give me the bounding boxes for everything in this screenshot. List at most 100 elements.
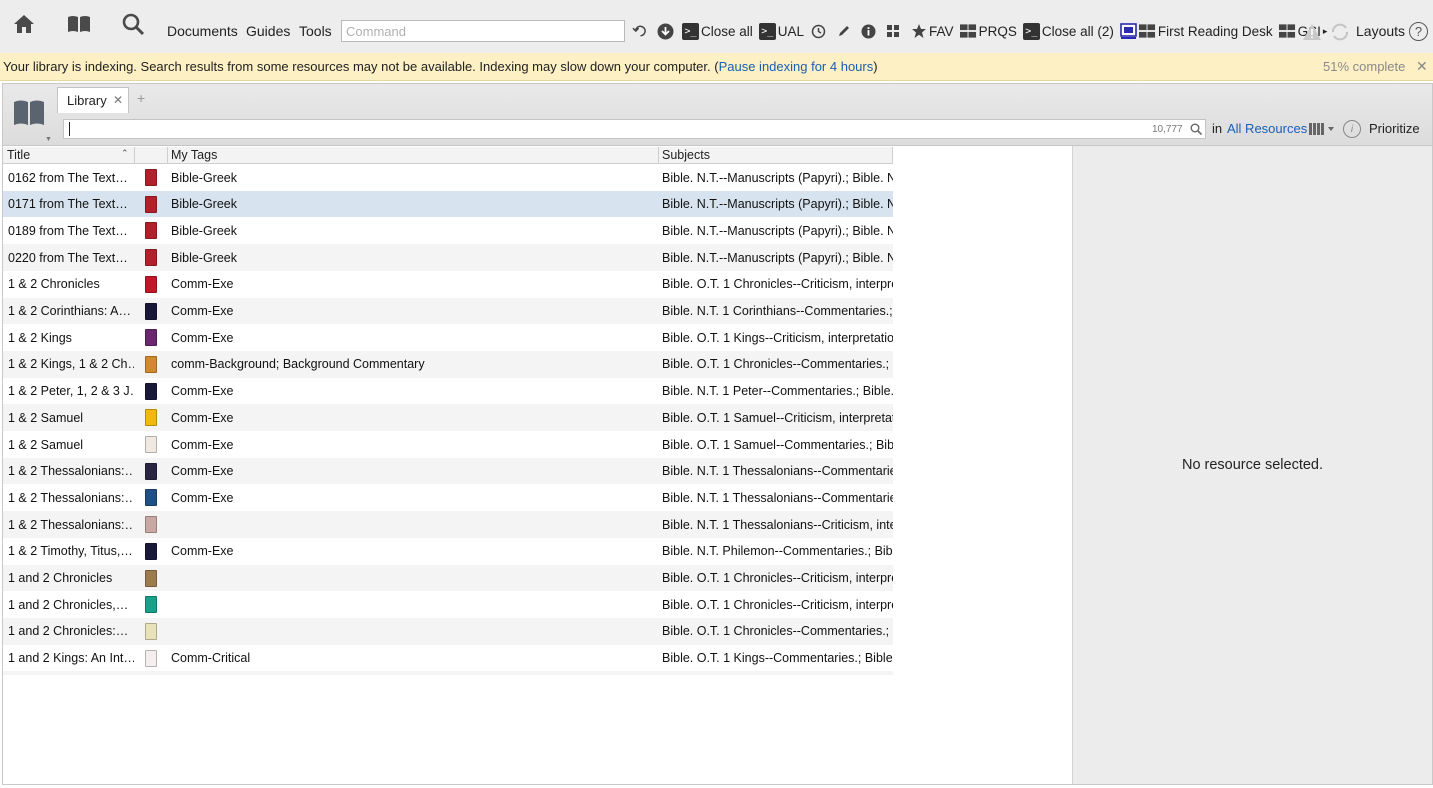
table-row[interactable]: 1 & 2 Kings, 1 & 2 Ch… comm-Background; B… <box>3 350 893 378</box>
row-tags: Bible-Greek <box>171 170 237 185</box>
table-row[interactable]: 0171 from The Text… Bible-Greek Bible. N.T… <box>3 190 893 218</box>
book-cover-icon <box>145 622 157 640</box>
row-tags: Comm-Exe <box>171 490 234 505</box>
library-book-icon[interactable] <box>12 98 46 128</box>
row-subjects: Bible. N.T.--Manuscripts (Papyri).; Bibl… <box>662 250 893 265</box>
table-row[interactable]: 1 and 2 Kings: An Int… Comm-Critical Bible… <box>3 644 893 672</box>
row-tags: Comm-Exe <box>171 437 234 452</box>
table-row[interactable]: 1 & 2 Chronicles Comm-Exe Bible. O.T. 1 Ch… <box>3 270 893 298</box>
pause-indexing-link[interactable]: Pause indexing for 4 hours <box>719 59 874 74</box>
table-row[interactable]: 1 and 2 Chronicles Bible. O.T. 1 Chronicl… <box>3 564 893 592</box>
column-subjects-label: Subjects <box>662 148 710 162</box>
info-button[interactable] <box>860 23 879 40</box>
menu-tools[interactable]: Tools <box>299 23 332 39</box>
menu-guides[interactable]: Guides <box>246 23 290 39</box>
table-row[interactable]: 0189 from The Text… Bible-Greek Bible. N.T… <box>3 217 893 245</box>
terminal-icon: >_ <box>682 22 699 40</box>
library-book-icon[interactable] <box>66 14 92 34</box>
row-subjects: Bible. N.T. Philemon--Commentaries.; Bib… <box>662 544 893 559</box>
result-count: 10,777 <box>1152 124 1183 135</box>
row-title: 0189 from The Text… <box>8 223 128 238</box>
column-header-subjects[interactable]: Subjects <box>659 147 893 164</box>
table-row[interactable]: 1 & 2 Peter, 1, 2 & 3 J… Comm-Exe Bible. N… <box>3 377 893 405</box>
sync-icon[interactable] <box>1329 21 1351 43</box>
close-all-2-button[interactable]: >_ Close all (2) <box>1022 22 1114 40</box>
more-shortcuts-arrow[interactable]: ▸ <box>1323 26 1328 37</box>
highlight-button[interactable] <box>835 23 854 40</box>
table-row[interactable]: 1 & 2 Timothy, Titus,… Comm-Exe Bible. N.T… <box>3 537 893 565</box>
row-subjects: Bible. N.T.--Manuscripts (Papyri).; Bibl… <box>662 223 893 238</box>
layout-blocks-icon <box>1278 23 1296 40</box>
table-row[interactable]: 1 & 2 Thessalonians:… Bible. N.T. 1 Thess… <box>3 511 893 539</box>
back-history-icon <box>632 23 649 40</box>
book-cover-icon <box>145 489 157 507</box>
table-row-partial[interactable] <box>3 671 893 676</box>
search-icon[interactable] <box>1190 123 1202 135</box>
tab-library[interactable]: Library ✕ <box>57 87 129 113</box>
search-icon[interactable] <box>121 12 145 36</box>
resource-detail-pane: No resource selected. <box>1072 146 1432 784</box>
shortcut-bar: >_ Close all >_ UAL FAV PRQS >_ Close al… <box>632 19 1333 43</box>
warning-icon[interactable] <box>1302 23 1322 41</box>
book-cover-icon <box>145 275 157 293</box>
row-title: 1 & 2 Chronicles <box>8 277 100 292</box>
close-all-button[interactable]: >_ Close all <box>682 22 753 40</box>
indexing-message: Your library is indexing. Search results… <box>3 59 878 74</box>
home-icon[interactable] <box>12 13 36 35</box>
clock-icon <box>810 23 827 40</box>
book-cover-icon <box>145 569 157 587</box>
history-button[interactable] <box>810 23 829 40</box>
column-header-title[interactable]: Title ⌃ <box>3 147 135 164</box>
table-row[interactable]: 1 and 2 Chronicles,… Bible. O.T. 1 Chroni… <box>3 591 893 619</box>
new-tab-button[interactable]: + <box>137 90 145 106</box>
table-row[interactable]: 1 & 2 Thessalonians:… Comm-Exe Bible. N.T.… <box>3 457 893 485</box>
no-resource-message: No resource selected. <box>1181 457 1324 473</box>
column-header-tags[interactable]: My Tags <box>168 147 659 164</box>
row-subjects: Bible. N.T. 1 Thessalonians--Commentarie… <box>662 464 893 479</box>
row-title: 1 and 2 Chronicles <box>8 571 113 585</box>
prioritize-icon[interactable]: i <box>1343 120 1361 138</box>
menu-documents[interactable]: Documents <box>167 23 238 39</box>
download-button[interactable] <box>657 23 676 40</box>
row-title: 0171 from The Text… <box>8 197 128 212</box>
layout-blocks-icon <box>959 23 977 40</box>
table-row[interactable]: 1 & 2 Samuel Comm-Exe Bible. O.T. 1 Samuel… <box>3 404 893 432</box>
fav-button[interactable]: FAV <box>910 23 954 40</box>
row-title: 1 & 2 Corinthians: A… <box>8 304 131 318</box>
back-history-button[interactable] <box>632 23 651 40</box>
first-reading-desk-label: First Reading Desk <box>1157 23 1273 39</box>
table-row[interactable]: 1 & 2 Thessalonians:… Comm-Exe Bible. N.T.… <box>3 484 893 512</box>
table-row[interactable]: 1 & 2 Kings Comm-Exe Bible. O.T. 1 Kings--… <box>3 324 893 352</box>
column-header-cover[interactable] <box>135 147 168 164</box>
table-row[interactable]: 1 & 2 Samuel Comm-Exe Bible. O.T. 1 Samuel… <box>3 431 893 458</box>
prqs-button[interactable]: PRQS <box>959 23 1017 40</box>
command-input[interactable] <box>341 20 625 42</box>
row-tags: Bible-Greek <box>171 223 237 238</box>
layout-blocks-icon <box>1138 23 1156 40</box>
row-subjects: Bible. N.T. 1 Thessalonians--Criticism, … <box>662 517 893 532</box>
layouts-button[interactable]: Layouts <box>1356 23 1405 39</box>
row-tags: Comm-Critical <box>171 651 251 666</box>
table-row[interactable]: 0220 from The Text… Bible-Greek Bible. N.T… <box>3 244 893 272</box>
banner-close-icon[interactable]: ✕ <box>1416 58 1428 75</box>
prioritize-button[interactable]: Prioritize <box>1369 121 1420 136</box>
row-subjects: Bible. O.T. 1 Kings--Commentaries.; Bibl… <box>662 651 893 666</box>
text-cursor <box>69 122 70 136</box>
ual-button[interactable]: >_ UAL <box>758 22 804 40</box>
apps-button[interactable] <box>885 23 904 40</box>
library-search-input[interactable]: 10,777 <box>63 119 1206 139</box>
column-view-icon[interactable] <box>1309 122 1337 136</box>
tab-close-icon[interactable]: ✕ <box>113 93 123 107</box>
table-row[interactable]: 0162 from The Text… Bible-Greek Bible. N.T… <box>3 164 893 191</box>
help-label: ? <box>1414 24 1423 39</box>
table-row[interactable]: 1 and 2 Chronicles:… Bible. O.T. 1 Chroni… <box>3 617 893 645</box>
top-toolbar: Documents Guides Tools >_ Close all >_ U… <box>0 0 1433 53</box>
first-reading-desk-button[interactable]: First Reading Desk <box>1120 22 1273 40</box>
row-title: 1 and 2 Kings: An Int… <box>8 651 134 666</box>
scope-dropdown[interactable]: All Resources <box>1227 121 1307 136</box>
panel-menu-arrow[interactable]: ▼ <box>45 136 52 143</box>
row-subjects: Bible. O.T. 1 Samuel--Criticism, interpr… <box>662 410 893 425</box>
table-row[interactable]: 1 & 2 Corinthians: A… Comm-Exe Bible. N.T.… <box>3 297 893 325</box>
book-cover-icon <box>145 596 157 614</box>
help-icon[interactable]: ? <box>1409 22 1428 41</box>
